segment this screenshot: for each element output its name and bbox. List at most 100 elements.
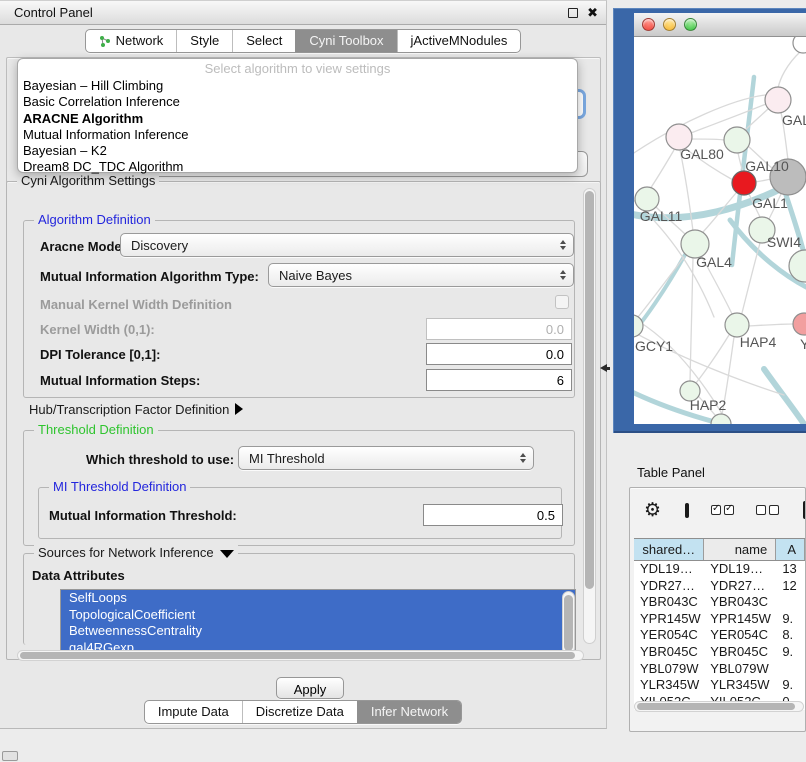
table-cell: YER054C (704, 627, 776, 644)
close-traffic-light-icon[interactable] (642, 18, 655, 31)
manual-kernel-checkbox[interactable] (555, 295, 569, 309)
table-row[interactable]: YBL079WYBL079W (634, 661, 805, 678)
which-threshold-combo[interactable]: MI Threshold (238, 446, 534, 470)
table-row[interactable]: YBR045CYBR045C9. (634, 644, 805, 661)
tab-label: Infer Network (371, 704, 448, 719)
network-edge[interactable] (696, 335, 729, 383)
network-edge[interactable] (650, 150, 674, 189)
mi-steps-input[interactable]: 6 (426, 369, 572, 391)
close-icon[interactable]: ✖ (587, 8, 598, 18)
algorithm-option[interactable]: Bayesian – K2 (18, 143, 577, 159)
node-red[interactable] (732, 171, 756, 195)
hub-definition-label: Hub/Transcription Factor Definition (29, 402, 229, 417)
table-cell: YBL079W (634, 661, 704, 678)
network-edge[interactable] (692, 139, 724, 140)
dpi-tolerance-label: DPI Tolerance [0,1]: (40, 347, 160, 362)
network-edge[interactable] (749, 324, 793, 326)
control-panel-window: Control Panel ✖ NetworkStyleSelectCyni T… (0, 0, 607, 729)
table-cell: 9. (776, 644, 805, 661)
aracne-mode-combo[interactable]: Discovery (120, 233, 574, 257)
minimized-panel-icon[interactable] (2, 751, 18, 761)
network-edge[interactable] (778, 51, 801, 88)
mi-steps-label: Mutual Information Steps: (40, 373, 200, 388)
network-view-window[interactable]: GALGAL80GAL10GAL1GAL11SWI4GAL4GCY1HAP4YH… (613, 8, 806, 433)
column-header[interactable]: name (704, 539, 776, 560)
column-header[interactable]: A (776, 539, 805, 560)
float-window-icon[interactable] (568, 8, 578, 18)
tab-infer-network[interactable]: Infer Network (357, 701, 461, 723)
table-cell: 8. (776, 627, 805, 644)
algorithm-placeholder: Select algorithm to view settings (18, 61, 577, 78)
settings-vertical-scrollbar[interactable] (583, 188, 596, 644)
network-edge[interactable] (638, 257, 684, 317)
network-window-titlebar[interactable] (634, 13, 806, 37)
algorithm-option[interactable]: ARACNE Algorithm (18, 111, 577, 127)
table-panel: ⚙ shared…nameA YDL19…YDL19…13YDR27…YDR27… (629, 487, 806, 732)
tab-impute-data[interactable]: Impute Data (145, 701, 242, 723)
settings-horizontal-scrollbar[interactable] (17, 650, 584, 661)
network-edge[interactable] (764, 369, 806, 424)
tab-label: Impute Data (158, 704, 229, 719)
mi-threshold-input[interactable]: 0.5 (423, 504, 563, 526)
tab-style[interactable]: Style (176, 30, 232, 52)
table-cell (776, 661, 805, 678)
table-cell: YDL19… (634, 561, 704, 578)
split-columns-icon[interactable] (685, 503, 689, 518)
table-row[interactable]: YDR27…YDR27…12 (634, 578, 805, 595)
sources-title: Sources for Network Inference (38, 545, 214, 560)
sources-title-toggle[interactable]: Sources for Network Inference (34, 545, 238, 560)
table-row[interactable]: YER054CYER054C8. (634, 627, 805, 644)
node-top[interactable] (793, 37, 806, 53)
unchecked-pair-icon[interactable] (756, 505, 779, 515)
checked-pair-icon[interactable] (711, 505, 734, 515)
tab-label: Select (246, 33, 282, 48)
node-gal-pink[interactable] (765, 87, 791, 113)
attribute-list-item[interactable]: BetweennessCentrality (61, 623, 575, 640)
algorithm-option[interactable]: Dream8 DC_TDC Algorithm (18, 159, 577, 175)
table-cell: YER054C (634, 627, 704, 644)
network-edge[interactable] (742, 243, 760, 313)
tab-cyni-toolbox[interactable]: Cyni Toolbox (295, 30, 396, 52)
minimize-traffic-light-icon[interactable] (663, 18, 676, 31)
mi-type-combo[interactable]: Naive Bayes (268, 263, 574, 287)
table-row[interactable]: YPR145WYPR145W9. (634, 611, 805, 628)
network-edge[interactable] (755, 179, 771, 182)
table-cell: YBR045C (634, 644, 704, 661)
node-salmon[interactable] (793, 313, 806, 335)
tab-network[interactable]: Network (86, 30, 177, 52)
network-edge[interactable] (690, 258, 693, 381)
algorithm-option[interactable]: Mutual Information Inference (18, 127, 577, 143)
algorithm-option[interactable]: Basic Correlation Inference (18, 94, 577, 110)
algorithm-dropdown-popup: Select algorithm to view settings Bayesi… (17, 58, 578, 173)
algorithm-definition-title: Algorithm Definition (34, 212, 155, 227)
table-row[interactable]: YDL19…YDL19…13 (634, 561, 805, 578)
table-row[interactable]: YBR043CYBR043C (634, 594, 805, 611)
tab-label: jActiveMNodules (411, 33, 508, 48)
gear-icon[interactable]: ⚙ (644, 499, 661, 522)
node-label: GAL1 (752, 195, 788, 211)
apply-button[interactable]: Apply (276, 677, 344, 699)
table-row[interactable]: YLR345WYLR345W9. (634, 677, 805, 694)
dpi-tolerance-input[interactable]: 0.0 (426, 343, 572, 365)
algorithm-option[interactable]: Bayesian – Hill Climbing (18, 78, 577, 94)
table-horizontal-scrollbar[interactable] (634, 701, 804, 712)
data-attributes-list[interactable]: SelfLoopsTopologicalCoefficientBetweenne… (60, 589, 576, 657)
tab-select[interactable]: Select (232, 30, 295, 52)
table-cell: YBR043C (704, 594, 776, 611)
kernel-width-input[interactable]: 0.0 (426, 318, 572, 340)
network-edge[interactable] (691, 104, 766, 133)
which-threshold-label: Which threshold to use: (86, 452, 234, 467)
node-gcy1[interactable] (634, 315, 643, 337)
zoom-traffic-light-icon[interactable] (684, 18, 697, 31)
attributes-vertical-scrollbar[interactable] (562, 591, 575, 655)
attribute-list-item[interactable]: SelfLoops (61, 590, 575, 607)
hub-definition-toggle[interactable]: Hub/Transcription Factor Definition (29, 402, 243, 417)
node-bottom[interactable] (711, 414, 731, 424)
column-header[interactable]: shared… (634, 539, 704, 560)
node-gal10[interactable] (724, 127, 750, 153)
tab-jactivemnodules[interactable]: jActiveMNodules (397, 30, 521, 52)
tab-discretize-data[interactable]: Discretize Data (242, 701, 357, 723)
tab-label: Cyni Toolbox (309, 33, 383, 48)
attribute-list-item[interactable]: TopologicalCoefficient (61, 607, 575, 624)
network-canvas[interactable]: GALGAL80GAL10GAL1GAL11SWI4GAL4GCY1HAP4YH… (634, 37, 806, 424)
